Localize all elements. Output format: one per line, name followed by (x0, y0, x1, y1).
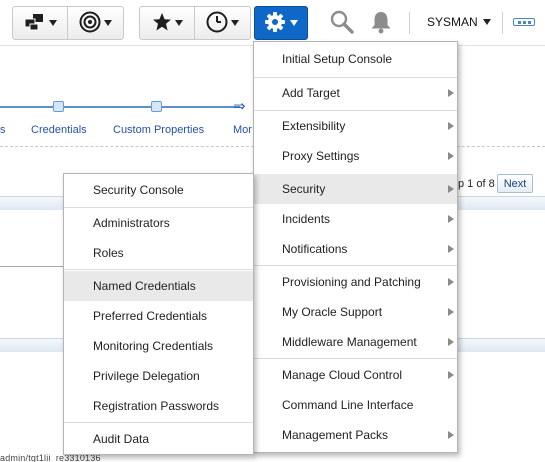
global-toolbar: SYSMAN (0, 0, 545, 46)
menu-item-add-target[interactable]: Add Target (254, 78, 457, 108)
favorite-targets-menu-button[interactable] (67, 7, 123, 39)
menu-item-label: Preferred Credentials (93, 309, 208, 323)
toolbar-divider (502, 12, 503, 34)
menu-item-management-packs[interactable]: Management Packs (254, 420, 457, 450)
menu-item-label: Administrators (93, 216, 170, 230)
submenu-item-roles[interactable]: Roles (64, 238, 253, 268)
menu-item-label: Provisioning and Patching (282, 275, 421, 289)
user-menu-button[interactable]: SYSMAN (427, 15, 491, 29)
submenu-item-audit-data[interactable]: Audit Data (64, 424, 253, 454)
navigation-button-group (12, 6, 124, 40)
train-track (0, 106, 240, 108)
menu-item-label: Audit Data (93, 432, 150, 446)
submenu-arrow-icon (448, 122, 454, 130)
gear-icon (264, 11, 286, 36)
targets-menu-button[interactable] (13, 7, 67, 39)
targets-icon (24, 13, 46, 34)
setup-menu: Initial Setup Console Add Target Extensi… (253, 41, 458, 453)
menu-item-label: Middleware Management (282, 335, 417, 349)
menu-item-label: Manage Cloud Control (282, 368, 403, 382)
user-name: SYSMAN (427, 15, 478, 29)
menu-item-label: Command Line Interface (282, 398, 414, 412)
menu-item-manage-cloud-control[interactable]: Manage Cloud Control (254, 360, 457, 390)
menu-item-middleware-management[interactable]: Middleware Management (254, 327, 457, 357)
train-step-label[interactable]: Mor (233, 124, 252, 136)
pagination-text: p 1 of 8 (458, 178, 495, 190)
next-page-button[interactable]: Next (497, 174, 533, 193)
toolbar-divider (409, 12, 410, 34)
submenu-arrow-icon (448, 152, 454, 160)
target-icon (79, 11, 101, 36)
submenu-arrow-icon (448, 185, 454, 193)
menu-item-proxy-settings[interactable]: Proxy Settings (254, 141, 457, 171)
menu-item-label: Privilege Delegation (93, 369, 200, 383)
chevron-down-icon (174, 20, 183, 26)
history-menu-button[interactable] (194, 7, 250, 39)
train-step-node[interactable] (151, 101, 162, 112)
star-icon (152, 12, 172, 35)
search-icon[interactable] (329, 9, 355, 38)
chevron-down-icon (48, 20, 57, 26)
train-step-label[interactable]: s (0, 124, 6, 136)
bell-icon[interactable] (368, 9, 394, 38)
menu-item-initial-setup-console[interactable]: Initial Setup Console (254, 44, 457, 74)
train-step-label[interactable]: Custom Properties (113, 124, 204, 136)
submenu-item-preferred-credentials[interactable]: Preferred Credentials (64, 301, 253, 331)
menu-separator (254, 265, 457, 266)
menu-item-label: Incidents (282, 212, 331, 226)
menu-separator (64, 269, 253, 270)
chevron-down-icon (290, 20, 298, 26)
menu-separator (64, 422, 253, 423)
menu-item-extensibility[interactable]: Extensibility (254, 111, 457, 141)
menu-item-label: Notifications (282, 242, 348, 256)
submenu-arrow-icon (448, 215, 454, 223)
clock-icon (206, 11, 228, 36)
submenu-arrow-icon (448, 431, 454, 439)
train-step-node[interactable] (53, 101, 64, 112)
menu-item-label: Security (282, 182, 326, 196)
submenu-item-administrators[interactable]: Administrators (64, 208, 253, 238)
chevron-down-icon (231, 20, 239, 26)
submenu-item-registration-passwords[interactable]: Registration Passwords (64, 391, 253, 421)
favorites-button-group (139, 6, 251, 40)
menu-item-label: Monitoring Credentials (93, 339, 214, 353)
submenu-arrow-icon (448, 308, 454, 316)
chevron-down-icon (104, 20, 112, 26)
menu-item-label: Add Target (282, 86, 340, 100)
menu-item-label: Extensibility (282, 119, 346, 133)
menu-item-label: Initial Setup Console (282, 52, 393, 66)
train-end-arrow-icon: ⇒ (233, 97, 246, 115)
setup-menu-button[interactable] (254, 6, 308, 40)
submenu-arrow-icon (448, 89, 454, 97)
submenu-arrow-icon (448, 371, 454, 379)
menu-separator (254, 358, 457, 359)
train-step-label[interactable]: Credentials (31, 124, 87, 136)
menu-item-label: My Oracle Support (282, 305, 383, 319)
favorites-menu-button[interactable] (140, 7, 194, 39)
menu-item-label: Management Packs (282, 428, 389, 442)
menu-item-label: Proxy Settings (282, 149, 360, 163)
chevron-down-icon (482, 19, 491, 25)
submenu-arrow-icon (448, 338, 454, 346)
submenu-item-monitoring-credentials[interactable]: Monitoring Credentials (64, 331, 253, 361)
submenu-item-named-credentials[interactable]: Named Credentials (64, 271, 253, 301)
menu-item-security[interactable]: Security (254, 174, 457, 204)
submenu-arrow-icon (448, 245, 454, 253)
menu-item-notifications[interactable]: Notifications (254, 234, 457, 264)
more-icon[interactable] (513, 18, 535, 26)
menu-item-label: Registration Passwords (93, 399, 220, 413)
submenu-item-privilege-delegation[interactable]: Privilege Delegation (64, 361, 253, 391)
security-submenu: Security Console Administrators Roles Na… (63, 173, 254, 455)
menu-item-label: Named Credentials (93, 279, 196, 293)
submenu-item-security-console[interactable]: Security Console (64, 175, 253, 205)
menu-item-label: Security Console (93, 183, 184, 197)
menu-item-incidents[interactable]: Incidents (254, 204, 457, 234)
menu-item-my-oracle-support[interactable]: My Oracle Support (254, 297, 457, 327)
submenu-arrow-icon (448, 278, 454, 286)
table-border (0, 266, 70, 267)
menu-item-label: Roles (93, 246, 124, 260)
menu-item-command-line-interface[interactable]: Command Line Interface (254, 390, 457, 420)
menu-item-provisioning-and-patching[interactable]: Provisioning and Patching (254, 267, 457, 297)
